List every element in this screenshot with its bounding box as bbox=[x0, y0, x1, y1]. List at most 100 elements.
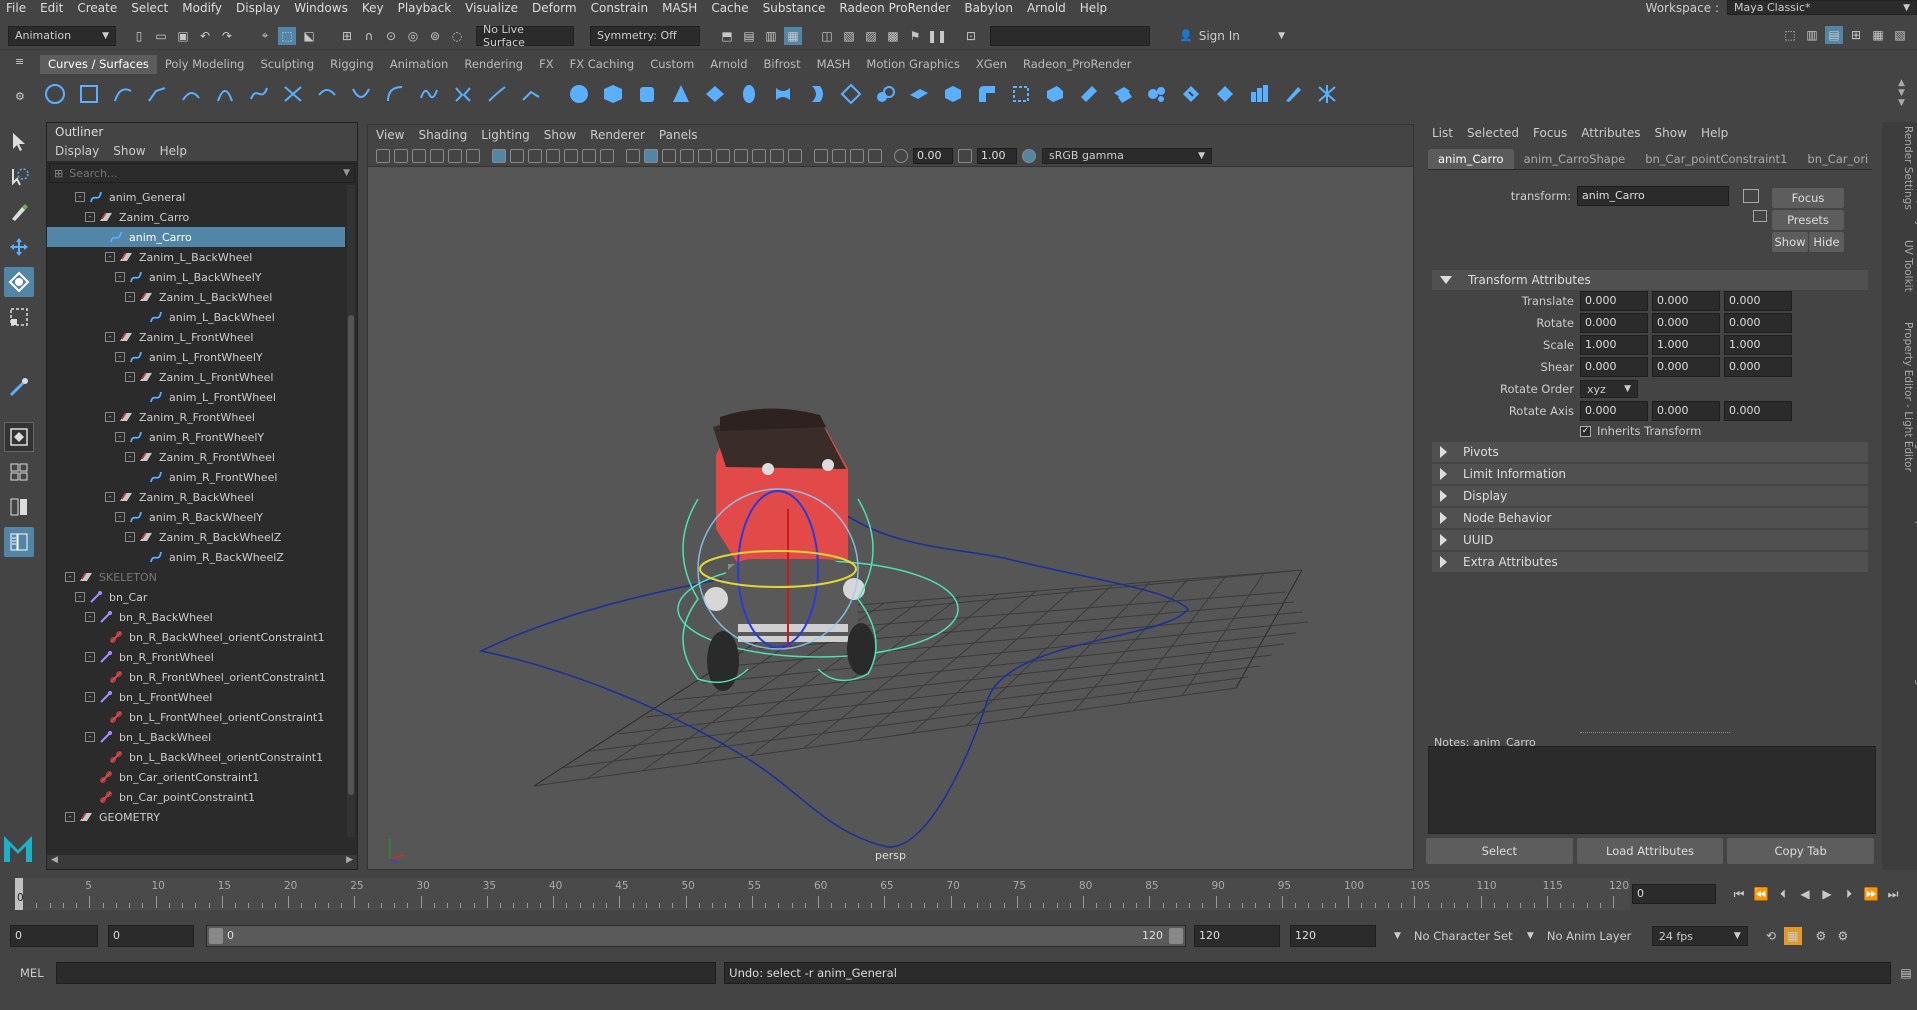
outliner-menu-show[interactable]: Show bbox=[113, 144, 145, 158]
nurbs-sphere-icon[interactable] bbox=[567, 82, 591, 106]
rotate-axis-y-field[interactable]: 0.000 bbox=[1652, 401, 1720, 421]
project-curve-icon[interactable] bbox=[1009, 82, 1033, 106]
rotate-z-field[interactable]: 0.000 bbox=[1724, 313, 1792, 333]
menu-select[interactable]: Select bbox=[131, 1, 168, 15]
fps-dropdown[interactable]: 24 fps ▼ bbox=[1651, 926, 1748, 946]
uuid-section[interactable]: UUID bbox=[1432, 530, 1868, 550]
step-back-key-icon[interactable]: ⏪ bbox=[1752, 885, 1770, 903]
outliner-hscrollbar[interactable]: ◀ ▶ bbox=[47, 855, 357, 869]
loop-icon[interactable]: ⟲ bbox=[1762, 927, 1780, 945]
detach-curves-icon[interactable] bbox=[315, 82, 339, 106]
new-scene-icon[interactable]: ▯ bbox=[130, 27, 148, 45]
shelf-tab-arnold[interactable]: Arnold bbox=[702, 55, 755, 74]
playback-end-field[interactable]: 120 bbox=[1194, 925, 1280, 947]
menu-create[interactable]: Create bbox=[77, 1, 117, 15]
menu-edit[interactable]: Edit bbox=[40, 1, 63, 15]
shear-y-field[interactable]: 0.000 bbox=[1652, 357, 1720, 377]
field-chart-icon[interactable] bbox=[564, 148, 578, 163]
safe-title-icon[interactable] bbox=[600, 148, 614, 163]
translate-z-field[interactable]: 0.000 bbox=[1724, 291, 1792, 311]
gate-mask-icon[interactable] bbox=[546, 148, 560, 163]
display-section[interactable]: Display bbox=[1432, 486, 1868, 506]
go-to-start-icon[interactable]: ⏮ bbox=[1730, 885, 1748, 903]
viewport-menu-panels[interactable]: Panels bbox=[659, 128, 698, 142]
insert-knot-icon[interactable] bbox=[349, 82, 373, 106]
offset-curve-icon[interactable] bbox=[383, 82, 407, 106]
outliner-item[interactable]: - Zanim_L_FrontWheel bbox=[47, 367, 345, 387]
scale-y-field[interactable]: 1.000 bbox=[1652, 335, 1720, 355]
collapse-icon[interactable]: - bbox=[85, 732, 95, 742]
menu-substance[interactable]: Substance bbox=[763, 1, 826, 15]
side-tab-graph-editor[interactable]: Graph Editor bbox=[1898, 502, 1917, 569]
collapse-icon[interactable]: - bbox=[75, 192, 85, 202]
shelf-tab-custom[interactable]: Custom bbox=[642, 55, 702, 74]
snap-view-icon[interactable]: ◎ bbox=[404, 27, 422, 45]
birail-icon[interactable] bbox=[907, 82, 931, 106]
outliner-item[interactable]: - Zanim_L_BackWheel bbox=[47, 247, 345, 267]
select-objects-icon[interactable]: ⬚ bbox=[278, 26, 296, 45]
select-tool-icon[interactable] bbox=[4, 127, 34, 157]
bevel-plus-icon[interactable] bbox=[941, 82, 965, 106]
menu-windows[interactable]: Windows bbox=[294, 1, 348, 15]
untrim-icon[interactable] bbox=[1077, 82, 1101, 106]
film-gate-icon[interactable] bbox=[510, 148, 524, 163]
play-forwards-icon[interactable]: ▶ bbox=[1818, 885, 1836, 903]
nurbs-plane-icon[interactable] bbox=[703, 82, 727, 106]
undo-icon[interactable]: ↶ bbox=[196, 27, 214, 45]
shelf-tab-mash[interactable]: MASH bbox=[809, 55, 859, 74]
show-button[interactable]: Show bbox=[1772, 232, 1808, 252]
snap-grid-icon[interactable]: ⊞ bbox=[338, 27, 356, 45]
collapse-icon[interactable]: - bbox=[85, 652, 95, 662]
move-tool-icon[interactable] bbox=[4, 232, 34, 262]
play-backwards-icon[interactable]: ◀ bbox=[1796, 885, 1814, 903]
render-frame-icon[interactable]: ▤ bbox=[740, 27, 758, 45]
outliner-item[interactable]: bn_R_FrontWheel_orientConstraint1 bbox=[47, 667, 345, 687]
outliner-scrollbar[interactable] bbox=[347, 185, 355, 837]
render-view-icon[interactable]: ▧ bbox=[840, 27, 858, 45]
menuset-dropdown[interactable]: Animation ▼ bbox=[8, 25, 116, 46]
animation-start-field[interactable]: 0 bbox=[10, 925, 98, 947]
exposure-icon[interactable] bbox=[894, 148, 908, 163]
shear-z-field[interactable]: 0.000 bbox=[1724, 357, 1792, 377]
shelf-tab-rigging[interactable]: Rigging bbox=[322, 55, 382, 74]
step-back-frame-icon[interactable]: ⏴ bbox=[1774, 885, 1792, 903]
shelf-tab-motion-graphics[interactable]: Motion Graphics bbox=[858, 55, 967, 74]
tab-anim-carro[interactable]: anim_Carro bbox=[1428, 148, 1514, 169]
viewport-scene[interactable]: persp bbox=[368, 169, 1413, 869]
outliner-item[interactable]: - GEOMETRY bbox=[47, 807, 345, 827]
fillet-curve-icon[interactable] bbox=[451, 82, 475, 106]
step-forward-frame-icon[interactable]: ⏵ bbox=[1840, 885, 1858, 903]
smooth-shade-icon[interactable] bbox=[644, 148, 658, 163]
collapse-icon[interactable]: - bbox=[115, 432, 125, 442]
menu-constrain[interactable]: Constrain bbox=[591, 1, 649, 15]
gamma-icon[interactable] bbox=[958, 148, 972, 163]
camera-attributes-icon[interactable] bbox=[394, 148, 408, 163]
outliner-item[interactable]: anim_Carro bbox=[47, 227, 345, 247]
shelf-tab-curves-surfaces[interactable]: Curves / Surfaces bbox=[40, 55, 157, 74]
outliner-item[interactable]: anim_R_FrontWheel bbox=[47, 467, 345, 487]
hypershade-icon[interactable]: ◫ bbox=[818, 27, 836, 45]
outliner-item[interactable]: - bn_R_BackWheel bbox=[47, 607, 345, 627]
construction-history-icon[interactable]: ⬒ bbox=[718, 27, 736, 45]
outliner-menu-display[interactable]: Display bbox=[55, 144, 99, 158]
outliner-item[interactable]: - bn_L_FrontWheel bbox=[47, 687, 345, 707]
transform-attributes-header[interactable]: Transform Attributes bbox=[1432, 270, 1868, 290]
translate-y-field[interactable]: 0.000 bbox=[1652, 291, 1720, 311]
collapse-icon[interactable]: - bbox=[85, 212, 95, 222]
shelf-menu-icon[interactable]: ≡ bbox=[15, 55, 25, 68]
collapse-icon[interactable]: - bbox=[125, 372, 135, 382]
inherits-transform-checkbox[interactable]: ✓ bbox=[1580, 425, 1591, 437]
bezier-curve-icon[interactable] bbox=[247, 82, 271, 106]
colorspace-dropdown[interactable]: sRGB gamma ▼ bbox=[1042, 147, 1212, 164]
range-slider-end-handle[interactable] bbox=[1169, 928, 1183, 944]
tab-bn-car-ori[interactable]: bn_Car_ori bbox=[1797, 149, 1878, 169]
snap-curve-icon[interactable]: ∩ bbox=[360, 27, 378, 45]
collapse-icon[interactable]: - bbox=[105, 412, 115, 422]
resolution-gate-icon[interactable] bbox=[528, 148, 542, 163]
node-behavior-section[interactable]: Node Behavior bbox=[1432, 508, 1868, 528]
pivots-section[interactable]: Pivots bbox=[1432, 442, 1868, 462]
rotate-axis-z-field[interactable]: 0.000 bbox=[1724, 401, 1792, 421]
last-used-tool-icon[interactable] bbox=[4, 372, 34, 402]
panel-layout-icon[interactable]: ▥ bbox=[1803, 26, 1821, 44]
range-slider-start-handle[interactable] bbox=[209, 928, 223, 944]
